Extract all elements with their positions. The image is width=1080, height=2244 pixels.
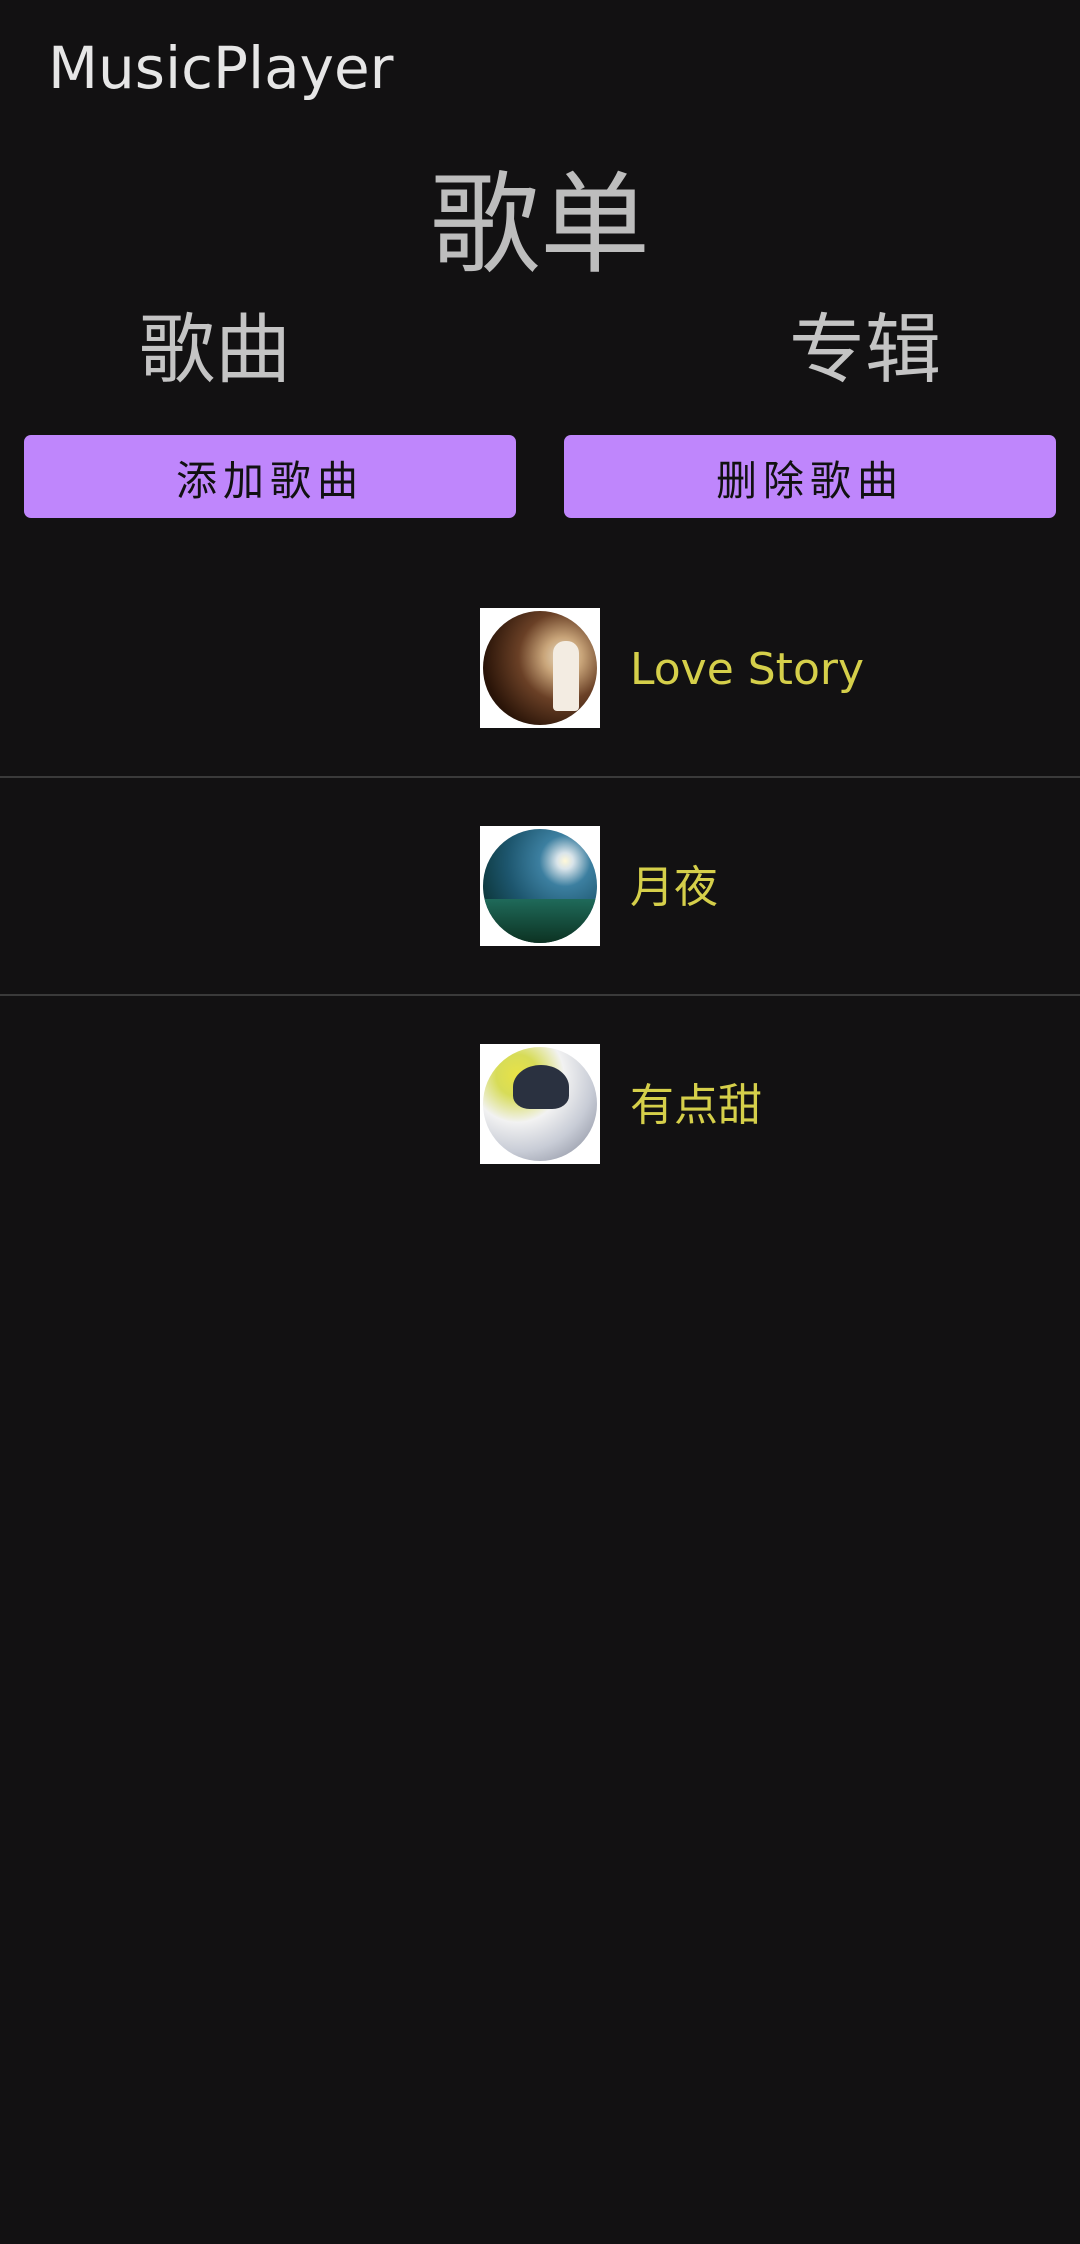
album-cover-image — [480, 826, 600, 946]
app-title: MusicPlayer — [48, 34, 394, 102]
page-heading: 歌单 — [430, 161, 650, 289]
song-title: 有点甜 — [630, 1080, 762, 1131]
song-row[interactable]: Love Story — [0, 560, 1080, 778]
song-title: Love Story — [630, 644, 864, 695]
delete-song-button[interactable]: 删除歌曲 — [564, 435, 1056, 518]
album-disc-icon — [483, 829, 597, 943]
album-cover-image — [480, 1044, 600, 1164]
album-disc-icon — [483, 1047, 597, 1161]
tab-songs[interactable]: 歌曲 — [65, 300, 365, 400]
song-row[interactable]: 有点甜 — [0, 996, 1080, 1214]
add-song-button-label: 添加歌曲 — [176, 456, 364, 505]
album-disc-icon — [483, 611, 597, 725]
song-row[interactable]: 月夜 — [0, 778, 1080, 996]
tab-albums[interactable]: 专辑 — [715, 300, 1015, 400]
add-song-button[interactable]: 添加歌曲 — [24, 435, 516, 518]
song-title: 月夜 — [630, 862, 718, 913]
delete-song-button-label: 删除歌曲 — [716, 456, 904, 505]
album-cover-image — [480, 608, 600, 728]
app-screen: MusicPlayer 歌单 歌曲 专辑 添加歌曲 删除歌曲 Love Stor… — [0, 0, 1080, 2244]
song-list: Love Story 月夜 有点甜 — [0, 560, 1080, 1214]
